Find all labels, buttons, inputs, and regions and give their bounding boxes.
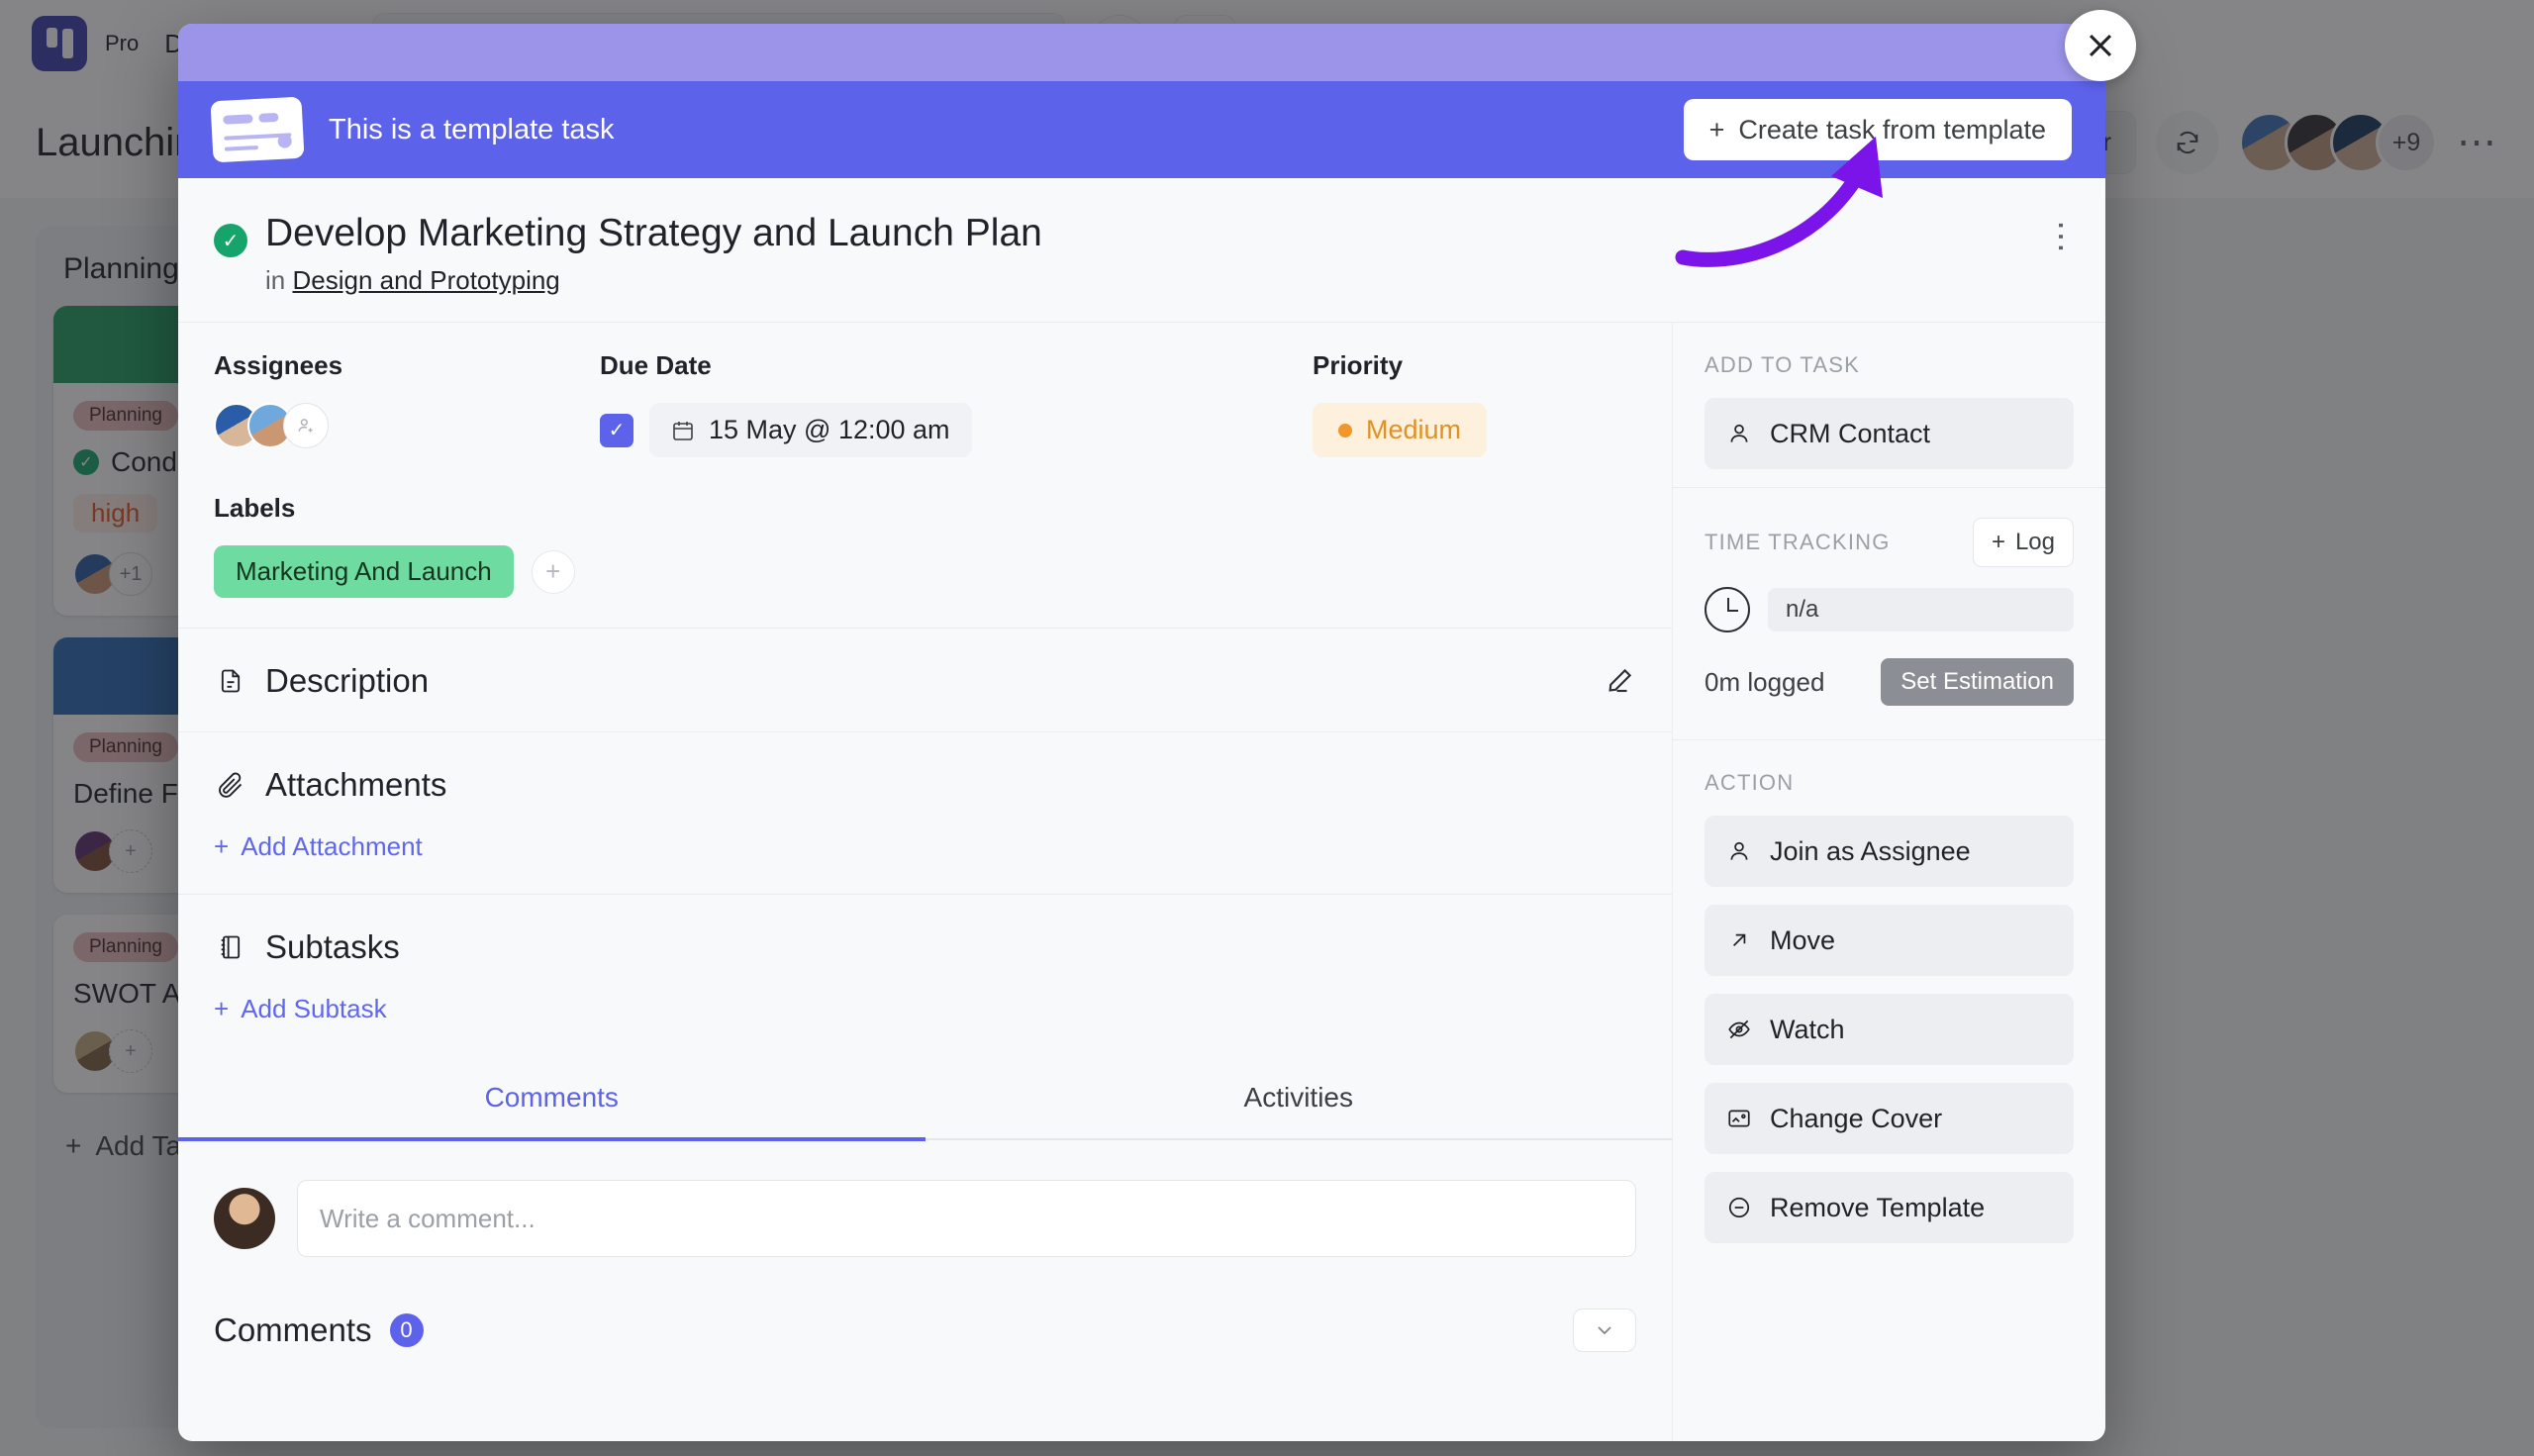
change-cover-label: Change Cover: [1770, 1103, 1943, 1133]
due-date-value: 15 May @ 12:00 am: [709, 415, 950, 444]
sidebar-item-watch[interactable]: Watch: [1705, 994, 2074, 1065]
tab-comments[interactable]: Comments: [178, 1056, 926, 1141]
eye-off-icon: [1728, 1019, 1750, 1039]
plus-icon: +: [1708, 114, 1725, 145]
labels-label: Labels: [214, 493, 296, 523]
template-card-icon: [210, 96, 305, 163]
due-date-checkbox[interactable]: ✓: [600, 413, 634, 447]
document-icon: [214, 664, 247, 698]
priority-value: Medium: [1366, 415, 1462, 444]
sidebar-item-crm-contact[interactable]: CRM Contact: [1705, 398, 2074, 469]
sidebar-item-remove-template[interactable]: Remove Template: [1705, 1172, 2074, 1243]
create-task-from-template-button[interactable]: + Create task from template: [1683, 99, 2072, 160]
close-modal-button[interactable]: [2065, 10, 2136, 81]
logged-time-text: 0m logged: [1705, 666, 1825, 697]
join-as-assignee-label: Join as Assignee: [1770, 835, 1971, 866]
time-value[interactable]: n/a: [1768, 588, 2074, 631]
task-list-link[interactable]: Design and Prototyping: [292, 265, 559, 295]
due-date-field: Due Date ✓ 15 May @ 12:00 am: [600, 350, 1313, 457]
task-title[interactable]: Develop Marketing Strategy and Launch Pl…: [265, 212, 1042, 255]
add-attachment-button[interactable]: + Add Attachment: [214, 831, 1636, 862]
attachments-section: Attachments + Add Attachment: [178, 731, 1672, 894]
paperclip-icon: [214, 768, 247, 802]
assignee-avatars[interactable]: [214, 403, 600, 448]
add-attachment-label: Add Attachment: [241, 831, 423, 861]
description-title: Description: [265, 662, 430, 699]
task-detail-modal: This is a template task + Create task fr…: [178, 24, 2105, 1441]
log-label: Log: [2014, 529, 2055, 555]
assignees-field: Assignees: [214, 350, 600, 457]
description-section: Description: [178, 628, 1672, 731]
priority-value-pill[interactable]: Medium: [1313, 403, 1488, 457]
log-time-button[interactable]: + Log: [1972, 518, 2074, 567]
remove-template-label: Remove Template: [1770, 1192, 1986, 1222]
comments-heading: Comments: [214, 1311, 372, 1348]
subtasks-icon: [214, 930, 247, 964]
priority-label: Priority: [1313, 350, 1404, 380]
task-breadcrumb: in Design and Prototyping: [265, 265, 1042, 296]
attachments-title: Attachments: [265, 766, 447, 803]
sidebar-item-move[interactable]: Move: [1705, 905, 2074, 976]
in-label: in: [265, 265, 286, 295]
task-more-options-icon[interactable]: ⋯: [2042, 220, 2080, 249]
comment-input[interactable]: Write a comment...: [297, 1180, 1636, 1257]
calendar-icon: [673, 421, 693, 440]
add-label-icon[interactable]: +: [531, 549, 575, 594]
watch-label: Watch: [1770, 1014, 1845, 1044]
set-estimation-button[interactable]: Set Estimation: [1881, 658, 2074, 706]
task-meta-row: Assignees Due Date ✓ 15 May @ 12:00 am P…: [178, 323, 1672, 467]
close-icon: [2089, 34, 2112, 57]
person-icon: [1730, 424, 1748, 442]
labels-field: Labels Marketing And Launch +: [178, 467, 1672, 628]
add-assignee-icon[interactable]: [283, 403, 329, 448]
plus-icon: +: [214, 994, 230, 1023]
crm-contact-label: CRM Contact: [1770, 418, 1931, 448]
tab-activities[interactable]: Activities: [926, 1056, 1673, 1138]
priority-dot-icon: [1338, 423, 1352, 437]
task-complete-toggle-icon[interactable]: ✓: [214, 224, 247, 257]
person-icon: [1730, 841, 1748, 860]
priority-field: Priority Medium: [1313, 350, 1488, 457]
create-task-from-template-label: Create task from template: [1738, 114, 2046, 145]
plus-icon: +: [214, 831, 230, 861]
label-chip[interactable]: Marketing And Launch: [214, 545, 514, 598]
comments-count-badge: 0: [389, 1313, 424, 1347]
action-heading: ACTION: [1705, 770, 1795, 795]
clock-icon: [1705, 587, 1750, 632]
comments-activities-tabs: Comments Activities: [178, 1056, 1673, 1141]
due-date-label: Due Date: [600, 350, 712, 380]
assignees-label: Assignees: [214, 350, 343, 380]
due-date-value-pill[interactable]: 15 May @ 12:00 am: [649, 403, 972, 457]
add-subtask-label: Add Subtask: [241, 994, 387, 1023]
modal-body: Assignees Due Date ✓ 15 May @ 12:00 am P…: [178, 323, 2105, 1441]
sidebar-item-change-cover[interactable]: Change Cover: [1705, 1083, 2074, 1154]
add-subtask-button[interactable]: + Add Subtask: [214, 994, 1636, 1024]
comment-composer: Write a comment...: [178, 1140, 1672, 1257]
task-main-pane: Assignees Due Date ✓ 15 May @ 12:00 am P…: [178, 323, 1672, 1441]
plus-icon: +: [1991, 529, 2005, 555]
time-tracking-heading: TIME TRACKING: [1705, 530, 1891, 554]
comments-collapse-chevron-icon[interactable]: [1573, 1309, 1636, 1352]
move-label: Move: [1770, 924, 1836, 955]
add-to-task-heading: ADD TO TASK: [1705, 352, 1861, 377]
task-header: ✓ Develop Marketing Strategy and Launch …: [178, 178, 2105, 323]
arrow-up-right-icon: [1732, 933, 1746, 947]
image-icon: [1728, 1110, 1750, 1127]
template-banner: This is a template task + Create task fr…: [178, 81, 2105, 178]
comments-list-header: Comments 0: [178, 1257, 1672, 1352]
modal-cover-strip: [178, 24, 2105, 81]
subtasks-section: Subtasks + Add Subtask: [178, 894, 1672, 1056]
task-sidebar: ADD TO TASK CRM Contact TIME TRACKING + …: [1672, 323, 2105, 1441]
minus-circle-icon: [1728, 1197, 1750, 1218]
edit-pencil-icon[interactable]: [1603, 664, 1636, 698]
template-banner-text: This is a template task: [329, 113, 615, 146]
current-user-avatar: [214, 1188, 275, 1249]
sidebar-item-join-as-assignee[interactable]: Join as Assignee: [1705, 816, 2074, 887]
subtasks-title: Subtasks: [265, 928, 400, 965]
